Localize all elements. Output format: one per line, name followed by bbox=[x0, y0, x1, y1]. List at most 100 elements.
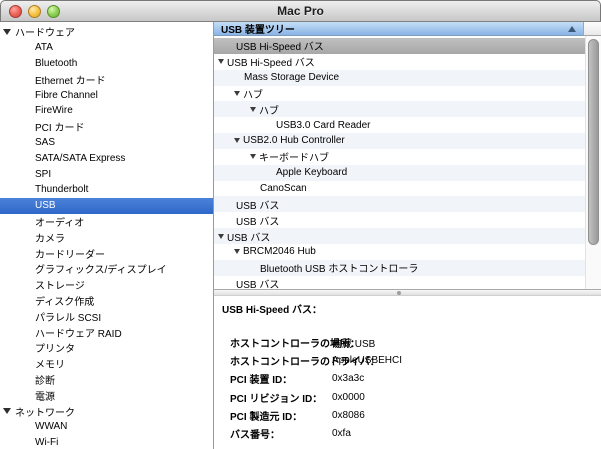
sidebar-item-診断[interactable]: 診断 bbox=[0, 372, 213, 388]
details-row-value: 0x8086 bbox=[332, 410, 365, 421]
details-row-label: ホストコントローラのドライバ： bbox=[230, 353, 332, 368]
sidebar-item-label: ハードウェア bbox=[15, 24, 75, 39]
disclosure-triangle-icon[interactable] bbox=[234, 249, 240, 254]
pane-splitter[interactable] bbox=[214, 289, 601, 296]
tree-row-label: Mass Storage Device bbox=[244, 72, 339, 83]
details-row-value: 内蔵 USB bbox=[332, 335, 375, 350]
sidebar-item-ストレージ[interactable]: ストレージ bbox=[0, 277, 213, 293]
sort-ascending-icon bbox=[568, 26, 576, 32]
tree-row-USB バス[interactable]: USB バス bbox=[214, 212, 601, 228]
sidebar-item-label: Wi-Fi bbox=[35, 437, 58, 448]
tree-row-USB バス[interactable]: USB バス bbox=[214, 196, 601, 212]
disclosure-triangle-icon[interactable] bbox=[218, 59, 224, 64]
zoom-button[interactable] bbox=[47, 5, 60, 18]
tree-row-USB バス[interactable]: USB バス bbox=[214, 276, 601, 289]
disclosure-triangle-icon[interactable] bbox=[218, 234, 224, 239]
tree-row-USB2.0 Hub Controller[interactable]: USB2.0 Hub Controller bbox=[214, 133, 601, 149]
sidebar-item-ディスク作成[interactable]: ディスク作成 bbox=[0, 293, 213, 309]
tree-row-CanoScan[interactable]: CanoScan bbox=[214, 181, 601, 197]
sidebar-item-label: USB bbox=[35, 200, 56, 211]
titlebar[interactable]: Mac Pro bbox=[0, 0, 601, 22]
sidebar-item-label: ディスク作成 bbox=[35, 293, 94, 308]
sidebar-item-WWAN[interactable]: WWAN bbox=[0, 419, 213, 435]
disclosure-triangle-icon[interactable] bbox=[3, 408, 11, 414]
sidebar-item-グラフィックス/ディスプレイ[interactable]: グラフィックス/ディスプレイ bbox=[0, 261, 213, 277]
sidebar-item-label: プリンタ bbox=[35, 340, 75, 355]
sidebar-item-Ethernet カード[interactable]: Ethernet カード bbox=[0, 71, 213, 87]
sidebar-item-SPI[interactable]: SPI bbox=[0, 166, 213, 182]
sidebar-item-Wi-Fi[interactable]: Wi-Fi bbox=[0, 435, 213, 449]
tree-row-ハブ[interactable]: ハブ bbox=[214, 86, 601, 102]
tree-header-column[interactable]: USB 装置ツリー bbox=[214, 22, 584, 36]
tree-row-Apple Keyboard[interactable]: Apple Keyboard bbox=[214, 165, 601, 181]
tree-row-BRCM2046 Hub[interactable]: BRCM2046 Hub bbox=[214, 244, 601, 260]
tree-scrollbar-thumb[interactable] bbox=[588, 39, 599, 245]
disclosure-triangle-icon[interactable] bbox=[234, 138, 240, 143]
sidebar-item-プリンタ[interactable]: プリンタ bbox=[0, 340, 213, 356]
details-row-value: 0xfa bbox=[332, 428, 351, 439]
details-row-label: PCI リビジョン ID： bbox=[230, 390, 332, 405]
tree-header-label: USB 装置ツリー bbox=[221, 21, 295, 36]
tree-row-label: Bluetooth USB ホストコントローラ bbox=[260, 260, 418, 275]
sidebar-item-label: WWAN bbox=[35, 421, 67, 432]
sidebar-item-FireWire[interactable]: FireWire bbox=[0, 103, 213, 119]
details-row-value: AppleUSBEHCI bbox=[332, 355, 402, 366]
sidebar-item-USB[interactable]: USB bbox=[0, 198, 213, 214]
details-row-label: バス番号： bbox=[230, 426, 332, 441]
tree-row-Mass Storage Device[interactable]: Mass Storage Device bbox=[214, 70, 601, 86]
tree-row-label: BRCM2046 Hub bbox=[243, 246, 316, 257]
sidebar-item-label: Thunderbolt bbox=[35, 184, 88, 195]
tree-row-USB3.0 Card Reader[interactable]: USB3.0 Card Reader bbox=[214, 117, 601, 133]
tree-row-label: USB Hi-Speed バス bbox=[227, 54, 315, 69]
sidebar-item-label: ストレージ bbox=[35, 277, 85, 292]
tree-row-キーボードハブ[interactable]: キーボードハブ bbox=[214, 149, 601, 165]
details-row: バス番号：0xfa bbox=[222, 424, 601, 442]
tree-row-label: ハブ bbox=[243, 86, 263, 101]
details-row: ホストコントローラの場所：内蔵 USB bbox=[222, 333, 601, 351]
sidebar-item-label: パラレル SCSI bbox=[35, 309, 101, 324]
minimize-button[interactable] bbox=[28, 5, 41, 18]
sidebar-item-ネットワーク[interactable]: ネットワーク bbox=[0, 403, 213, 419]
sidebar-item-PCI カード[interactable]: PCI カード bbox=[0, 119, 213, 135]
tree-scrollbar[interactable] bbox=[585, 36, 601, 289]
sidebar-item-label: Bluetooth bbox=[35, 58, 77, 69]
disclosure-triangle-icon[interactable] bbox=[250, 154, 256, 159]
sidebar-item-ハードウェア[interactable]: ハードウェア bbox=[0, 24, 213, 40]
sidebar-item-Thunderbolt[interactable]: Thunderbolt bbox=[0, 182, 213, 198]
tree-header: USB 装置ツリー bbox=[214, 22, 601, 36]
details-row-label: PCI 装置 ID： bbox=[230, 371, 332, 386]
sidebar-item-ハードウェア RAID[interactable]: ハードウェア RAID bbox=[0, 324, 213, 340]
sidebar-item-カードリーダー[interactable]: カードリーダー bbox=[0, 245, 213, 261]
sidebar-item-メモリ[interactable]: メモリ bbox=[0, 356, 213, 372]
details-row-value: 0x0000 bbox=[332, 392, 365, 403]
sidebar-item-ATA[interactable]: ATA bbox=[0, 40, 213, 56]
sidebar-item-電源[interactable]: 電源 bbox=[0, 387, 213, 403]
disclosure-triangle-icon[interactable] bbox=[234, 91, 240, 96]
sidebar-item-オーディオ[interactable]: オーディオ bbox=[0, 214, 213, 230]
sidebar-item-カメラ[interactable]: カメラ bbox=[0, 229, 213, 245]
splitter-dimple-icon bbox=[397, 291, 401, 295]
tree-row-USB Hi-Speed バス[interactable]: USB Hi-Speed バス bbox=[214, 54, 601, 70]
tree-row-USB Hi-Speed バス[interactable]: USB Hi-Speed バス bbox=[214, 38, 601, 54]
tree-row-label: USB Hi-Speed バス bbox=[236, 38, 324, 53]
sidebar-item-パラレル SCSI[interactable]: パラレル SCSI bbox=[0, 308, 213, 324]
tree-row-label: USB バス bbox=[236, 213, 279, 228]
details-row: PCI 装置 ID：0x3a3c bbox=[222, 370, 601, 388]
sidebar-item-Fibre Channel[interactable]: Fibre Channel bbox=[0, 87, 213, 103]
tree-header-scrollbar-corner bbox=[584, 22, 601, 36]
tree-row-ハブ[interactable]: ハブ bbox=[214, 101, 601, 117]
sidebar-item-label: メモリ bbox=[35, 356, 65, 371]
tree-row-USB バス[interactable]: USB バス bbox=[214, 228, 601, 244]
sidebar-item-SAS[interactable]: SAS bbox=[0, 135, 213, 151]
close-button[interactable] bbox=[9, 5, 22, 18]
sidebar-item-Bluetooth[interactable]: Bluetooth bbox=[0, 56, 213, 72]
tree-row-label: Apple Keyboard bbox=[276, 167, 347, 178]
disclosure-triangle-icon[interactable] bbox=[250, 107, 256, 112]
disclosure-triangle-icon[interactable] bbox=[3, 29, 11, 35]
sidebar-item-label: グラフィックス/ディスプレイ bbox=[35, 261, 167, 276]
tree-row-label: USB バス bbox=[236, 276, 279, 289]
details-row-label: PCI 製造元 ID： bbox=[230, 408, 332, 423]
details-title: USB Hi-Speed バス： bbox=[222, 301, 601, 316]
sidebar-item-SATA/SATA Express[interactable]: SATA/SATA Express bbox=[0, 150, 213, 166]
tree-row-Bluetooth USB ホストコントローラ[interactable]: Bluetooth USB ホストコントローラ bbox=[214, 260, 601, 276]
